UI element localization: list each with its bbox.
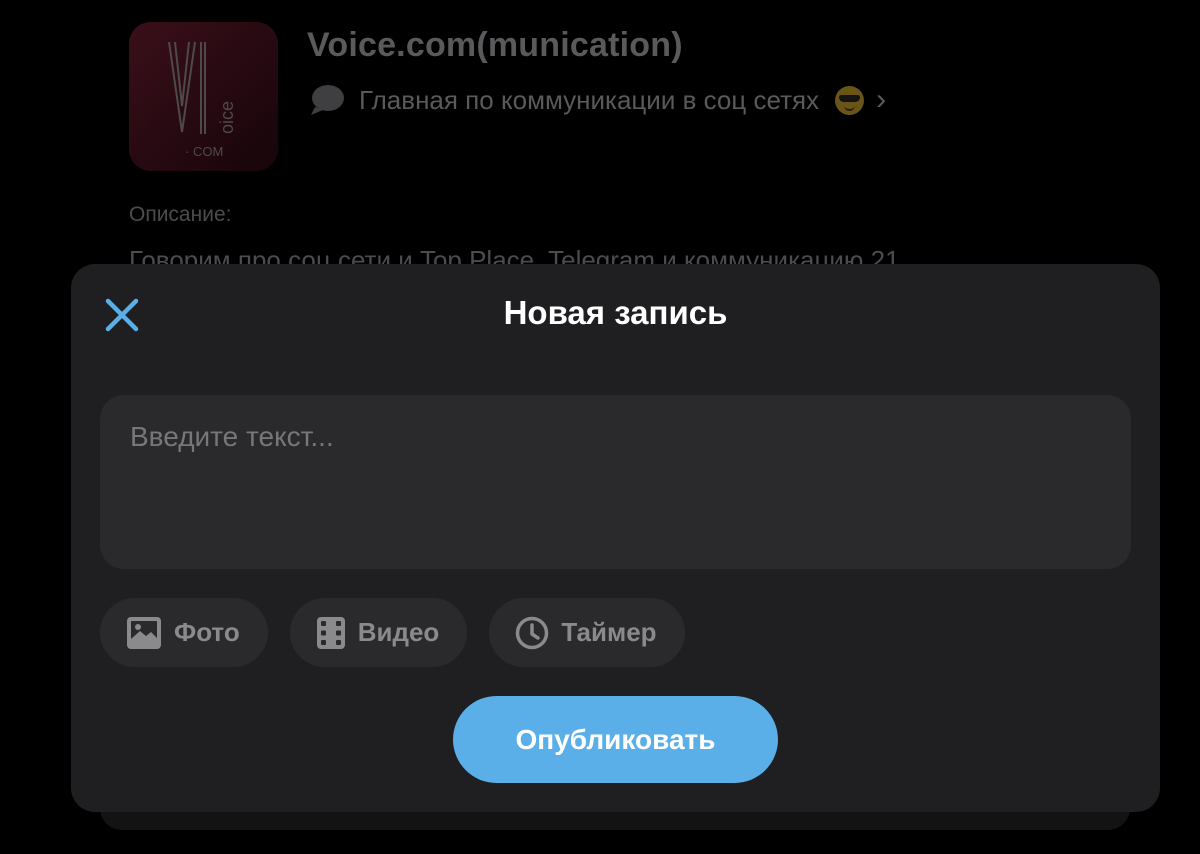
page: oice · COM Voice.com(munication) Главная… [0, 0, 1200, 854]
photo-label: Фото [174, 617, 240, 647]
sunglasses-emoji-icon [835, 85, 865, 115]
channel-title: Voice.com(munication) [307, 26, 683, 64]
post-text-input[interactable] [100, 395, 1131, 569]
avatar-bottom-text: · COM [185, 144, 223, 159]
channel-status-text: Главная по коммуникации в соц сетях [359, 84, 820, 115]
speech-bubble-icon [311, 85, 344, 115]
voice-logo-icon: oice · COM [129, 22, 278, 171]
photo-button[interactable]: Фото [100, 598, 268, 667]
video-button[interactable]: Видео [289, 598, 468, 667]
clock-icon [516, 616, 549, 649]
channel-avatar: oice · COM [129, 22, 278, 171]
channel-status[interactable]: Главная по коммуникации в соц сетях › [309, 82, 886, 118]
timer-label: Таймер [561, 617, 657, 647]
publish-button[interactable]: Опубликовать [453, 696, 778, 783]
video-label: Видео [357, 617, 440, 647]
post-text-field[interactable] [100, 395, 1131, 569]
image-icon [127, 616, 161, 649]
film-icon [316, 616, 345, 649]
description-label: Описание: [129, 203, 232, 226]
description-text: Говорим про соц сети и Top Place, Telegr… [129, 245, 900, 265]
avatar-side-text: oice [217, 101, 237, 134]
modal-title: Новая запись [503, 294, 728, 331]
new-post-modal: Новая запись Фото [71, 264, 1160, 812]
chevron-right-icon: › [876, 83, 887, 116]
timer-button[interactable]: Таймер [489, 598, 685, 667]
attachment-row: Фото Видео Таймер [100, 598, 685, 667]
